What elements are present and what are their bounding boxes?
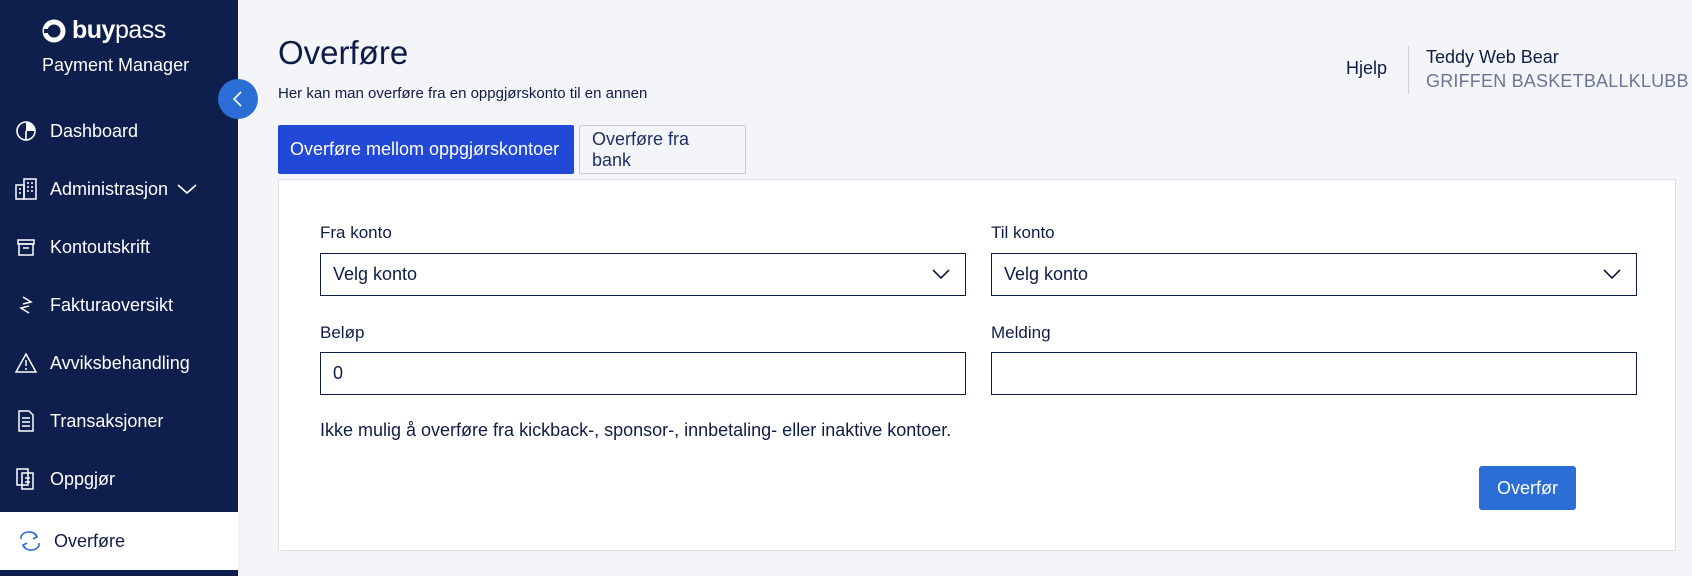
amount-input[interactable]: 0 — [320, 352, 966, 395]
product-name: Payment Manager — [42, 55, 190, 75]
user-name[interactable]: Teddy Web Bear — [1426, 47, 1559, 68]
nav-label: Administrasjon — [50, 178, 169, 199]
buypass-logo-icon — [42, 19, 66, 42]
nav-item-administrasjon[interactable]: Administrasjon — [0, 160, 238, 218]
chevron-down-icon — [932, 269, 950, 280]
tab-from-bank[interactable]: Overføre fra bank — [579, 125, 746, 174]
nav-item-fakturaoversikt[interactable]: Fakturaoversikt — [0, 276, 238, 334]
archive-icon — [14, 235, 38, 259]
nav-label: Fakturaoversikt — [50, 294, 174, 315]
nav-item-oppgjor[interactable]: Oppgjør — [0, 450, 238, 508]
nav-item-avviksbehandling[interactable]: Avviksbehandling — [0, 334, 238, 392]
nav-item-transaksjoner[interactable]: Transaksjoner — [0, 392, 238, 450]
chevron-down-icon — [177, 184, 197, 195]
warning-icon — [14, 351, 38, 375]
nav-label: Dashboard — [50, 120, 139, 141]
from-account-value: Velg konto — [333, 264, 418, 284]
to-account-label: Til konto — [991, 223, 1055, 242]
logo-text: buypass — [72, 16, 166, 44]
tab-between-accounts[interactable]: Overføre mellom oppgjørskontoer — [278, 125, 574, 174]
amount-value: 0 — [333, 363, 344, 383]
refresh-icon — [18, 529, 42, 553]
nav-label: Transaksjoner — [50, 410, 164, 431]
transfer-note: Ikke mulig å overføre fra kickback-, spo… — [320, 420, 952, 440]
document-icon — [14, 409, 38, 433]
pie-chart-icon — [14, 119, 38, 143]
transfer-tabs: Overføre mellom oppgjørskontoer Overføre… — [278, 125, 746, 174]
main-content: Overføre Her kan man overføre fra en opp… — [238, 0, 1692, 576]
nav-item-dashboard[interactable]: Dashboard — [0, 102, 238, 160]
nav-label: Avviksbehandling — [50, 352, 190, 373]
page-title: Overføre — [278, 34, 409, 71]
nav-label: Overføre — [54, 530, 126, 551]
chevron-down-icon — [1603, 269, 1621, 280]
from-account-label: Fra konto — [320, 223, 392, 242]
nav-label: Oppgjør — [50, 468, 116, 489]
transfer-arrows-icon — [14, 293, 38, 317]
message-input[interactable] — [991, 352, 1637, 395]
buypass-logo[interactable]: buypass — [42, 16, 166, 45]
to-account-select[interactable]: Velg konto — [991, 253, 1637, 296]
sidebar: buypass Payment Manager Dashboard Admini… — [0, 0, 238, 576]
user-organization: GRIFFEN BASKETBALLKLUBB — [1426, 71, 1689, 91]
documents-icon — [14, 467, 38, 491]
message-label: Melding — [991, 323, 1051, 342]
nav-item-kontoutskrift[interactable]: Kontoutskrift — [0, 218, 238, 276]
header-divider — [1408, 46, 1409, 94]
amount-label: Beløp — [320, 323, 365, 342]
from-account-select[interactable]: Velg konto — [320, 253, 966, 296]
help-link[interactable]: Hjelp — [1346, 58, 1387, 79]
building-icon — [14, 177, 38, 201]
main-nav: Dashboard Administrasjon Kontoutskrift F… — [0, 102, 238, 570]
transfer-submit-button[interactable]: Overfør — [1479, 466, 1576, 510]
to-account-value: Velg konto — [1004, 264, 1089, 284]
nav-item-overfore[interactable]: Overføre — [0, 512, 238, 570]
transfer-form: Fra konto Velg konto Til konto Velg kont… — [278, 179, 1676, 551]
nav-label: Kontoutskrift — [50, 236, 151, 257]
page-subtitle: Her kan man overføre fra en oppgjørskont… — [278, 85, 648, 102]
